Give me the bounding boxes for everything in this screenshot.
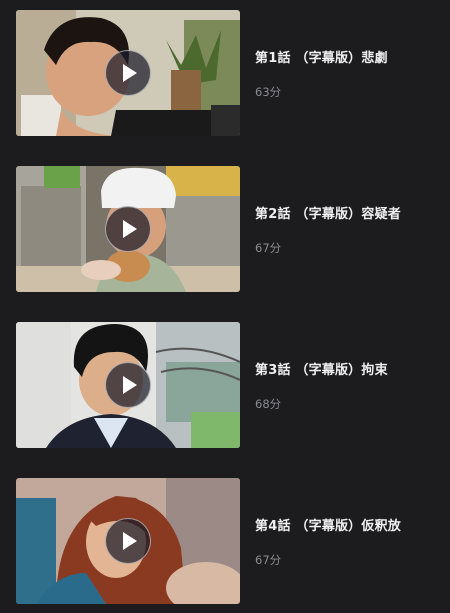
play-button[interactable] <box>105 518 151 564</box>
episode-item-4[interactable]: 第4話 （字幕版）仮釈放 67分 <box>16 478 436 604</box>
episode-duration: 68分 <box>255 397 282 411</box>
episode-item-3[interactable]: 第3話 （字幕版）拘束 68分 <box>16 322 436 448</box>
episode-list: 第1話 （字幕版）悲劇 63分 第2話 （字幕版）容疑者 67分 第3話 （字幕… <box>0 0 450 613</box>
play-button[interactable] <box>105 50 151 96</box>
episode-thumbnail[interactable] <box>16 10 240 136</box>
play-icon <box>123 220 137 238</box>
play-button[interactable] <box>105 362 151 408</box>
episode-thumbnail[interactable] <box>16 166 240 292</box>
episode-thumbnail[interactable] <box>16 322 240 448</box>
episode-info: 第3話 （字幕版）拘束 68分 <box>255 362 435 411</box>
episode-duration: 67分 <box>255 241 282 255</box>
episode-title[interactable]: 第2話 （字幕版）容疑者 <box>255 206 435 224</box>
episode-info: 第1話 （字幕版）悲劇 63分 <box>255 50 435 99</box>
play-button[interactable] <box>105 206 151 252</box>
episode-title[interactable]: 第1話 （字幕版）悲劇 <box>255 50 435 68</box>
play-icon <box>123 532 137 550</box>
episode-info: 第2話 （字幕版）容疑者 67分 <box>255 206 435 255</box>
episode-duration: 67分 <box>255 553 282 567</box>
play-icon <box>123 64 137 82</box>
play-icon <box>123 376 137 394</box>
episode-duration: 63分 <box>255 85 282 99</box>
episode-title[interactable]: 第3話 （字幕版）拘束 <box>255 362 435 380</box>
episode-thumbnail[interactable] <box>16 478 240 604</box>
episode-title[interactable]: 第4話 （字幕版）仮釈放 <box>255 518 435 536</box>
episode-item-2[interactable]: 第2話 （字幕版）容疑者 67分 <box>16 166 436 292</box>
episode-item-1[interactable]: 第1話 （字幕版）悲劇 63分 <box>16 10 436 136</box>
episode-info: 第4話 （字幕版）仮釈放 67分 <box>255 518 435 567</box>
